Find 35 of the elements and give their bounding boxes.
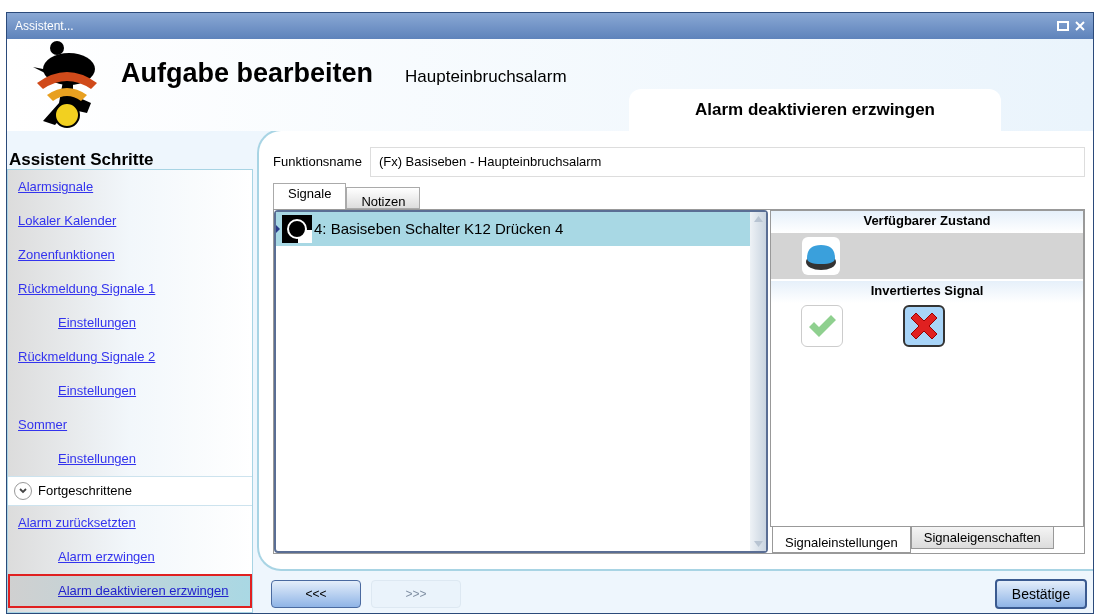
step-link[interactable]: Lokaler Kalender	[18, 211, 117, 231]
page-subtitle: Haupteinbruchsalarm	[405, 66, 567, 88]
checkmark-icon	[807, 313, 837, 339]
step-link[interactable]: Sommer	[18, 415, 68, 435]
section-header[interactable]: Fortgeschrittene	[8, 476, 252, 506]
field-label: Funktionsname	[273, 153, 362, 172]
maximize-icon[interactable]	[1057, 21, 1069, 31]
signal-row[interactable]: 4: Basiseben Schalter K12 Drücken 4	[276, 212, 750, 246]
cross-button[interactable]	[903, 305, 945, 347]
step-link[interactable]: Alarm zurücksetzten	[18, 513, 136, 533]
tab[interactable]: Signaleigenschaften	[910, 527, 1054, 549]
step-link[interactable]: Rückmeldung Signale 2	[18, 347, 156, 367]
cross-icon	[909, 311, 939, 341]
tab[interactable]: Signale	[273, 183, 347, 209]
section-heading: Invertiertes Signal	[771, 281, 1083, 303]
function-name-field[interactable]: (Fx) Basiseben - Haupteinbruchsalarm	[369, 147, 1085, 177]
back-button[interactable]: <<<	[271, 580, 361, 608]
step-link[interactable]: Alarmsignale	[18, 177, 94, 197]
step-link[interactable]: Alarm erzwingen	[58, 547, 155, 567]
step-link[interactable]: Einstellungen	[58, 449, 137, 469]
page-title: Aufgabe bearbeiten	[121, 57, 374, 90]
sidebar-title: Assistent Schritte	[9, 149, 155, 169]
step-link[interactable]: Rückmeldung Signale 1	[18, 279, 156, 299]
step-link[interactable]: Einstellungen	[58, 381, 137, 401]
window-title: Assistent...	[15, 18, 74, 35]
step-link[interactable]: Einstellungen	[58, 313, 137, 333]
step-link[interactable]: Zonenfunktionen	[18, 245, 115, 265]
tab[interactable]: Signaleinstellungen	[772, 527, 911, 553]
section-heading: Verfügbarer Zustand	[771, 211, 1083, 233]
confirm-button[interactable]: Bestätige	[995, 579, 1087, 609]
switch-icon	[276, 214, 312, 244]
check-button[interactable]	[801, 305, 843, 347]
tab[interactable]: Notizen	[346, 187, 421, 209]
push-button-icon[interactable]	[801, 236, 841, 276]
close-icon[interactable]	[1075, 21, 1085, 31]
